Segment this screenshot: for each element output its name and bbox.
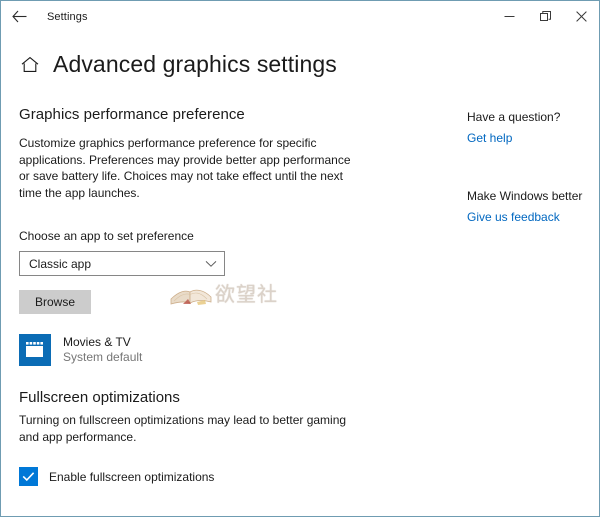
get-help-link[interactable]: Get help: [467, 131, 595, 145]
checkmark-icon: [22, 472, 35, 482]
back-button[interactable]: [1, 2, 37, 32]
feedback-block: Make Windows better Give us feedback: [467, 189, 595, 224]
app-text: Movies & TV System default: [63, 335, 142, 365]
settings-window: Settings Advanced graphics settings Grap…: [0, 0, 600, 517]
minimize-button[interactable]: [491, 1, 527, 32]
enable-fullscreen-checkbox[interactable]: [19, 467, 38, 486]
restore-button[interactable]: [527, 1, 563, 32]
body-area: Graphics performance preference Customiz…: [1, 84, 599, 366]
section-description: Customize graphics performance preferenc…: [19, 136, 351, 200]
enable-fullscreen-label: Enable fullscreen optimizations: [49, 469, 215, 484]
help-heading: Have a question?: [467, 110, 561, 124]
page-header: Advanced graphics settings: [1, 44, 599, 84]
close-icon: [575, 11, 587, 22]
home-icon: [21, 56, 39, 72]
app-type-dropdown[interactable]: Classic app: [19, 251, 225, 276]
title-bar: Settings: [1, 1, 599, 32]
minimize-icon: [504, 16, 514, 17]
side-column: Have a question? Get help Make Windows b…: [467, 110, 595, 224]
window-controls: [491, 1, 599, 32]
film-strip-icon: [26, 342, 43, 357]
app-name: Movies & TV: [63, 335, 131, 349]
section-heading: Graphics performance preference: [19, 106, 245, 123]
home-button[interactable]: [19, 53, 41, 75]
choose-app-label: Choose an app to set preference: [19, 229, 194, 243]
fullscreen-heading: Fullscreen optimizations: [19, 389, 180, 406]
main-column: Graphics performance preference Customiz…: [19, 106, 371, 366]
browse-button[interactable]: Browse: [19, 290, 91, 314]
help-block: Have a question? Get help: [467, 110, 595, 145]
back-arrow-icon: [11, 10, 26, 23]
page-title: Advanced graphics settings: [53, 50, 337, 77]
movies-tv-icon: [19, 334, 51, 366]
close-button[interactable]: [563, 1, 599, 32]
enable-fullscreen-row[interactable]: Enable fullscreen optimizations: [19, 467, 379, 486]
fullscreen-optimizations-section: Fullscreen optimizations Turning on full…: [19, 389, 379, 486]
app-list-item[interactable]: Movies & TV System default: [19, 334, 371, 366]
restore-icon: [539, 11, 551, 21]
feedback-heading: Make Windows better: [467, 189, 583, 203]
give-feedback-link[interactable]: Give us feedback: [467, 210, 595, 224]
dropdown-selected-value: Classic app: [29, 256, 92, 271]
titlebar-title: Settings: [47, 10, 88, 23]
chevron-down-icon: [205, 260, 217, 268]
fullscreen-description: Turning on fullscreen optimizations may …: [19, 413, 347, 444]
app-preference-value: System default: [63, 350, 143, 364]
